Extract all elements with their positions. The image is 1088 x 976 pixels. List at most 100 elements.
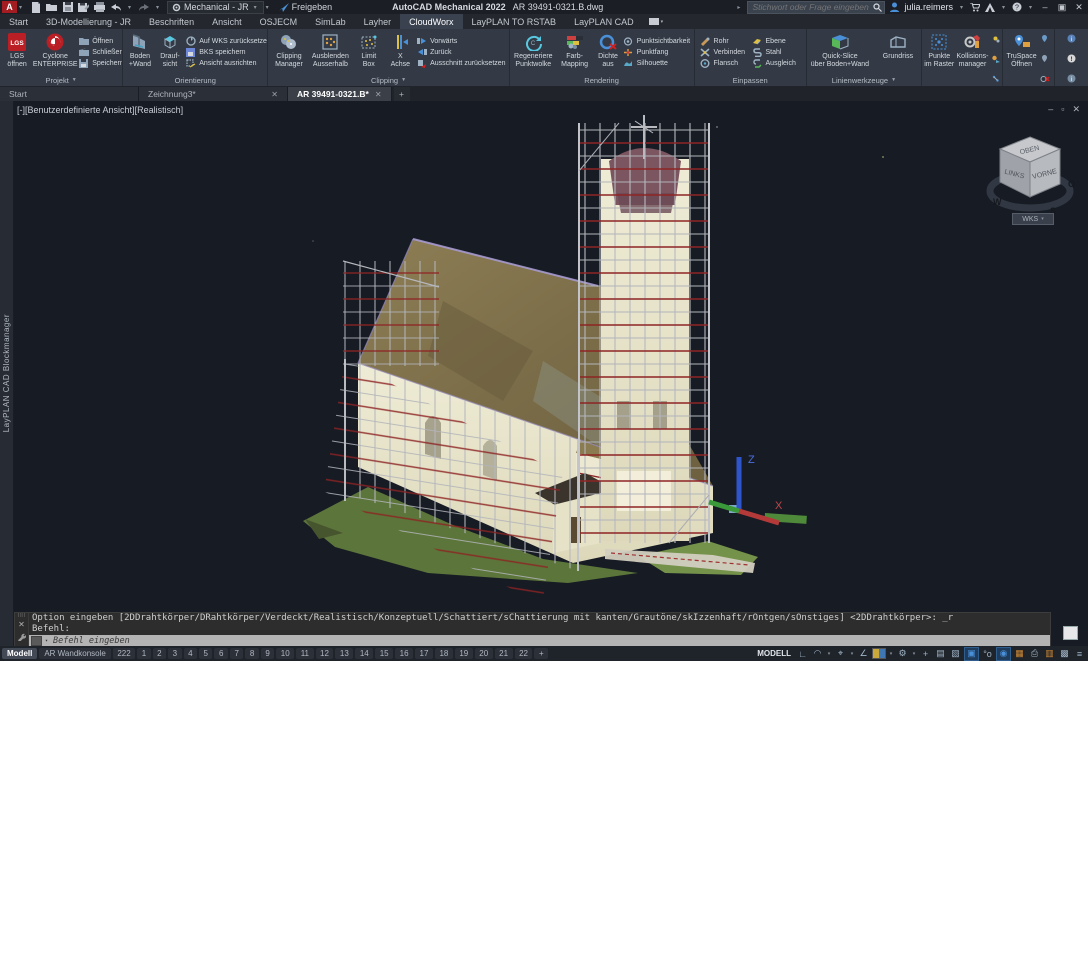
ansicht-ausrichten-button[interactable]: Ansicht ausrichten (185, 58, 265, 68)
vorwaerts-button[interactable]: Vorwärts (416, 36, 507, 46)
app-store-cart-icon[interactable] (970, 3, 980, 12)
file-tab-ar39491[interactable]: AR 39491-0321.B*✕ (288, 87, 392, 101)
angle-constraint-icon[interactable]: ∠ (857, 648, 870, 660)
workspace-switch-icon[interactable]: ▦ (1013, 648, 1026, 660)
rohr-button[interactable]: Rohr (700, 36, 748, 46)
clipping-manager-button[interactable]: ClippingManager (270, 30, 307, 74)
layout-tab[interactable]: 7 (230, 648, 243, 659)
dynamic-ucs-icon[interactable] (872, 648, 886, 659)
ausblenden-ausserhalb-button[interactable]: AusblendenAusserhalb (309, 30, 352, 74)
help-caret-icon[interactable]: ▾ (1029, 4, 1032, 11)
command-options-caret-icon[interactable]: ▾ (45, 638, 48, 644)
command-customize-wrench-icon[interactable] (17, 632, 26, 641)
grundriss-button[interactable]: Grundriss (877, 30, 919, 74)
layout-tab-modell[interactable]: Modell (2, 648, 37, 659)
app-logo-icon[interactable]: A (2, 1, 17, 13)
crosshair-icon[interactable]: + (919, 648, 932, 660)
ribbon-tab-osjecm[interactable]: OSJECM (251, 14, 307, 29)
ribbon-display-toggle[interactable]: ▾ (643, 14, 670, 29)
panel-title-einpassen[interactable]: Einpassen (695, 74, 806, 86)
quick-slice-button[interactable]: Quick-Sliceüber Boden+Wand (809, 30, 871, 74)
boden-wand-button[interactable]: Boden+Wand (125, 30, 155, 74)
window-minimize-button[interactable]: – (1039, 2, 1051, 12)
ribbon-tab-simlab[interactable]: SimLab (306, 14, 355, 29)
layout-tab[interactable]: 8 (245, 648, 258, 659)
ribbon-tab-beschriften[interactable]: Beschriften (140, 14, 203, 29)
layout-tab[interactable]: 16 (395, 648, 413, 659)
search-expand-icon[interactable]: ▸ (737, 4, 740, 11)
new-file-icon[interactable] (30, 2, 41, 12)
dynucs-caret-icon[interactable]: ▾ (888, 648, 894, 660)
auf-wks-zuruecksetzen-button[interactable]: Auf WKS zurücksetzen (185, 36, 265, 46)
layout-tab[interactable]: 13 (335, 648, 353, 659)
info-about-icon[interactable]: i (1067, 70, 1076, 86)
annotation-visibility-icon[interactable]: ▣ (964, 647, 979, 661)
ribbon-tab-cloudworx[interactable]: CloudWorx (400, 14, 462, 29)
drawing-close-button[interactable]: ✕ (1072, 104, 1080, 115)
panel-title-rendering[interactable]: Rendering (510, 74, 694, 86)
info-help-icon[interactable]: i (1067, 30, 1076, 48)
compass-west-label[interactable]: W (993, 197, 1002, 207)
undo-icon[interactable] (110, 2, 121, 12)
panel-title-projekt[interactable]: Projekt▼ (0, 74, 122, 86)
search-input[interactable] (750, 2, 873, 12)
export-icon[interactable]: ▥ (1043, 648, 1056, 660)
share-button[interactable]: Freigeben (279, 2, 333, 12)
layout-tab[interactable]: 1 (137, 648, 150, 659)
layout-tab[interactable]: 17 (415, 648, 433, 659)
object-snap-icon[interactable]: ⌖ (834, 648, 847, 660)
polar-tracking-icon[interactable]: ◠ (811, 648, 824, 660)
window-restore-button[interactable]: ▣ (1056, 2, 1068, 13)
compass-east-label[interactable]: O (1068, 179, 1075, 189)
file-tab-start[interactable]: Start (0, 87, 139, 101)
ribbon-tab-layher[interactable]: Layher (355, 14, 401, 29)
draufsicht-button[interactable]: Drauf-sicht (156, 30, 185, 74)
tool-daylight-icon[interactable] (991, 50, 1000, 68)
isolate-objects-icon[interactable]: ▧ (949, 648, 962, 660)
plot-icon[interactable] (94, 2, 105, 12)
speichern-button[interactable]: Speichern (78, 58, 120, 68)
drawing-restore-button[interactable]: ▫ (1061, 104, 1064, 115)
user-caret-icon[interactable]: ▾ (960, 4, 963, 11)
punktsichtbarkeit-button[interactable]: Punktsichtbarkeit (623, 36, 692, 46)
file-tab-zeichnung3[interactable]: Zeichnung3*✕ (139, 87, 288, 101)
punkte-im-raster-button[interactable]: Punkteim Raster (924, 30, 954, 86)
ribbon-tab-3d-modellierung[interactable]: 3D-Modellierung - JR (37, 14, 140, 29)
osnap-caret-icon[interactable]: ▾ (849, 648, 855, 660)
redo-icon[interactable] (138, 2, 149, 12)
layout-tab[interactable]: 21 (495, 648, 513, 659)
layout-tab-222[interactable]: 222 (113, 648, 135, 659)
ortho-mode-icon[interactable]: ∟ (796, 648, 809, 660)
verbinden-button[interactable]: Verbinden (700, 47, 748, 57)
zurueck-button[interactable]: Zurück (416, 47, 507, 57)
kollisionsmanager-button[interactable]: Kollisions-manager (955, 30, 989, 86)
gear-caret-icon[interactable]: ▾ (911, 648, 917, 660)
clean-screen-icon[interactable]: ▩ (1058, 648, 1071, 660)
truspace-oeffnen-button[interactable]: TruSpaceÖffnen (1005, 30, 1039, 86)
open-folder-icon[interactable] (46, 2, 57, 12)
truspace-off-icon[interactable] (1040, 70, 1050, 86)
layout-tab[interactable]: 4 (184, 648, 197, 659)
layout-tab[interactable]: 6 (214, 648, 227, 659)
layout-tab[interactable]: 9 (261, 648, 274, 659)
ucs-icon[interactable]: Z X (709, 454, 783, 523)
ausschnitt-zuruecksetzen-button[interactable]: Ausschnitt zurücksetzen (416, 58, 507, 68)
save-icon[interactable] (62, 2, 73, 12)
ribbon-tab-start[interactable]: Start (0, 14, 37, 29)
stahl-button[interactable]: Stahl (752, 47, 804, 57)
layout-tab[interactable]: 15 (375, 648, 393, 659)
layout-tab[interactable]: 2 (153, 648, 166, 659)
command-grip-icon[interactable]: ∷∷ (18, 614, 26, 618)
regeneriere-punktwolke-button[interactable]: C RegenerierePunktwolke (512, 30, 555, 74)
close-tab-icon[interactable]: ✕ (271, 90, 278, 99)
undo-caret-icon[interactable]: ▾ (128, 4, 131, 11)
user-name[interactable]: julia.reimers (904, 2, 953, 12)
truspace-pin-icon[interactable] (1040, 30, 1049, 48)
layout-tab[interactable]: 22 (515, 648, 533, 659)
app-menu-caret-icon[interactable]: ▾ (19, 4, 22, 11)
command-close-icon[interactable]: ✕ (18, 620, 25, 629)
ribbon-tab-layplan-cad[interactable]: LayPLAN CAD (565, 14, 643, 29)
ribbon-tab-ansicht[interactable]: Ansicht (203, 14, 251, 29)
x-achse-button[interactable]: XAchse (386, 30, 416, 74)
layout-tab[interactable]: 12 (316, 648, 334, 659)
